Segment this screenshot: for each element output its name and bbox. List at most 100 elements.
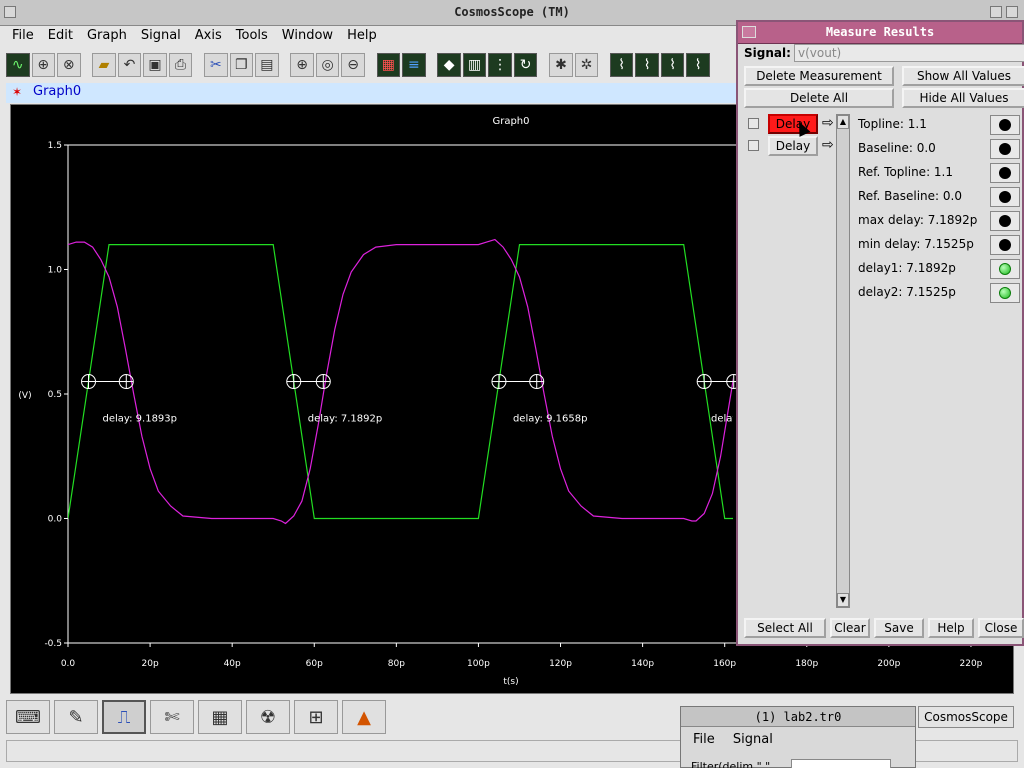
- lab2-menu-file[interactable]: File: [693, 732, 715, 747]
- wave-measure2-icon[interactable]: ⌇: [635, 53, 659, 77]
- scroll-down-icon[interactable]: ▼: [837, 593, 849, 607]
- cosmosscope-tab[interactable]: CosmosScope: [918, 706, 1014, 728]
- maximize-icon[interactable]: [1006, 6, 1018, 18]
- series-line-0: [68, 244, 733, 520]
- delete-all-button[interactable]: Delete All: [744, 88, 894, 108]
- value-toggle-icon[interactable]: [990, 235, 1020, 255]
- save-icon[interactable]: ▣: [143, 53, 167, 77]
- annotate-icon[interactable]: ✎: [54, 700, 98, 734]
- diamond-icon[interactable]: ◆: [437, 53, 461, 77]
- value-label: Ref. Topline: 1.1: [858, 165, 954, 179]
- signal-field[interactable]: v(vout): [794, 44, 1024, 62]
- hide-all-values-button[interactable]: Hide All Values: [902, 88, 1024, 108]
- show-all-values-button[interactable]: Show All Values: [902, 66, 1024, 86]
- zoom-fit-icon[interactable]: ◎: [315, 53, 340, 77]
- bug2-icon[interactable]: ✲: [574, 53, 599, 77]
- undo-icon[interactable]: ↶: [117, 53, 142, 77]
- matlab-icon[interactable]: ▲: [342, 700, 386, 734]
- value-label: Baseline: 0.0: [858, 141, 936, 155]
- clear-button[interactable]: Clear: [830, 618, 870, 638]
- value-toggle-icon[interactable]: [990, 211, 1020, 231]
- help-button[interactable]: Help: [928, 618, 974, 638]
- scope-icon[interactable]: ⎍: [102, 700, 146, 734]
- bug-icon[interactable]: ✱: [549, 53, 573, 77]
- y-tick-label: 0.5: [48, 390, 62, 400]
- value-toggle-icon[interactable]: [990, 259, 1020, 279]
- y-axis-label: (V): [18, 391, 31, 401]
- graph-tab-bar: ✶ Graph0: [6, 83, 736, 103]
- x-tick-label: 120p: [549, 659, 572, 669]
- measurement-checkbox[interactable]: [748, 140, 759, 151]
- select-all-button[interactable]: Select All: [744, 618, 826, 638]
- list-item: Delay ⇨: [742, 114, 838, 134]
- wave-measure3-icon[interactable]: ⌇: [660, 53, 685, 77]
- value-label: delay1: 7.1892p: [858, 261, 956, 275]
- grid-icon[interactable]: ▥: [462, 53, 487, 77]
- value-row: delay1: 7.1892p: [856, 258, 1024, 280]
- scroll-up-icon[interactable]: ▲: [837, 115, 849, 129]
- save-button[interactable]: Save: [874, 618, 924, 638]
- calculator-icon[interactable]: ▦: [198, 700, 242, 734]
- menu-tools[interactable]: Tools: [236, 26, 268, 48]
- menu-window[interactable]: Window: [282, 26, 333, 48]
- block-diagram-icon[interactable]: ⊞: [294, 700, 338, 734]
- menu-signal[interactable]: Signal: [141, 26, 181, 48]
- x-tick-label: 20p: [142, 659, 159, 669]
- stack-icon[interactable]: ▦: [376, 53, 401, 77]
- menu-help[interactable]: Help: [347, 26, 377, 48]
- menu-edit[interactable]: Edit: [48, 26, 73, 48]
- filter-label: Filter(delim ",": [691, 760, 771, 768]
- y-tick-label: -0.5: [44, 639, 62, 649]
- lab2-menu-signal[interactable]: Signal: [733, 732, 773, 747]
- value-row: Ref. Topline: 1.1: [856, 162, 1024, 184]
- target-icon[interactable]: ⊕: [31, 53, 55, 77]
- zoom-in-icon[interactable]: ⊕: [290, 53, 314, 77]
- cut-icon[interactable]: ✂: [204, 53, 228, 77]
- x-tick-label: 0.0: [61, 659, 76, 669]
- x-tick-label: 220p: [960, 659, 983, 669]
- paste-icon[interactable]: ▤: [255, 53, 279, 77]
- graph-tab-label[interactable]: Graph0: [33, 84, 81, 99]
- panels-icon[interactable]: ≡: [402, 53, 426, 77]
- graph-icon: ✶: [12, 85, 23, 99]
- value-toggle-icon[interactable]: [990, 139, 1020, 159]
- scrollbar[interactable]: ▲ ▼: [836, 114, 850, 608]
- close-button[interactable]: Close: [978, 618, 1024, 638]
- menu-axis[interactable]: Axis: [195, 26, 222, 48]
- wave-measure-icon[interactable]: ⌇: [609, 53, 634, 77]
- value-label: Ref. Baseline: 0.0: [858, 189, 962, 203]
- value-row: min delay: 7.1525p: [856, 234, 1024, 256]
- measurement-checkbox[interactable]: [748, 118, 759, 129]
- value-label: min delay: 7.1525p: [858, 237, 974, 251]
- radiation-icon[interactable]: ☢: [246, 700, 290, 734]
- waveform-icon[interactable]: ∿: [6, 53, 30, 77]
- keyboard-icon[interactable]: ⌨: [6, 700, 50, 734]
- menu-file[interactable]: File: [12, 26, 34, 48]
- columns-icon[interactable]: ⋮: [488, 53, 512, 77]
- target2-icon[interactable]: ⊗: [57, 53, 81, 77]
- x-tick-label: 80p: [388, 659, 405, 669]
- value-toggle-icon[interactable]: [990, 283, 1020, 303]
- filter-input[interactable]: [791, 759, 891, 768]
- x-tick-label: 180p: [795, 659, 818, 669]
- lab2-menu: File Signal: [681, 727, 915, 753]
- list-item: Delay ⇨: [742, 136, 838, 156]
- wave-measure4-icon[interactable]: ⌇: [686, 53, 710, 77]
- x-tick-label: 160p: [713, 659, 736, 669]
- value-toggle-icon[interactable]: [990, 163, 1020, 183]
- copy-icon[interactable]: ❐: [229, 53, 254, 77]
- scissors-wave-icon[interactable]: ✄: [150, 700, 194, 734]
- delay-measurement-button[interactable]: Delay: [768, 136, 818, 156]
- folder-open-icon[interactable]: ▰: [92, 53, 116, 77]
- zoom-out-icon[interactable]: ⊖: [341, 53, 365, 77]
- value-toggle-icon[interactable]: [990, 187, 1020, 207]
- delete-measurement-button[interactable]: Delete Measurement: [744, 66, 894, 86]
- value-row: Baseline: 0.0: [856, 138, 1024, 160]
- print-icon[interactable]: ⎙: [168, 53, 193, 77]
- menu-graph[interactable]: Graph: [87, 26, 127, 48]
- minimize-icon[interactable]: [990, 6, 1002, 18]
- menu-bar: File Edit Graph Signal Axis Tools Window…: [0, 26, 736, 48]
- series-line-1: [68, 238, 733, 525]
- value-toggle-icon[interactable]: [990, 115, 1020, 135]
- refresh-icon[interactable]: ↻: [513, 53, 538, 77]
